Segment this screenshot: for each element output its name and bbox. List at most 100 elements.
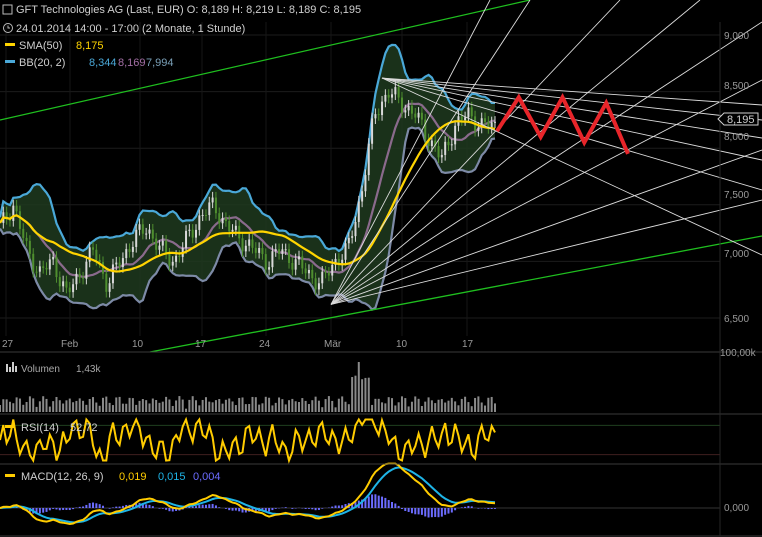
macd-histogram-bar	[440, 508, 443, 517]
candle-body	[254, 247, 257, 253]
macd-label[interactable]: MACD(12, 26, 9)	[21, 471, 104, 483]
sma-legend-label[interactable]: SMA(50)	[19, 40, 62, 52]
volume-bar	[171, 405, 174, 412]
candle-body	[145, 233, 148, 235]
macd-histogram-bar	[78, 506, 81, 508]
volume-bar	[65, 400, 68, 412]
candle-body	[414, 113, 417, 118]
bb-legend-label[interactable]: BB(20, 2)	[19, 57, 65, 69]
candle-body	[268, 267, 271, 270]
macd-signal-value: 0,015	[158, 471, 186, 483]
volume-bar	[334, 407, 337, 412]
volume-label[interactable]: Volumen	[21, 364, 60, 375]
stock-chart[interactable]: GFT Technologies AG (Last, EUR) O: 8,189…	[0, 0, 762, 537]
candle-body	[85, 261, 88, 279]
candle-body	[191, 229, 194, 238]
macd-histogram-bar	[111, 507, 114, 508]
volume-bar	[291, 398, 294, 412]
candle-body	[470, 107, 473, 117]
volume-bar	[42, 396, 45, 412]
volume-bar	[371, 404, 374, 412]
candle-body	[18, 211, 21, 229]
candle-body	[374, 114, 377, 119]
volume-bar	[168, 399, 171, 412]
macd-histogram-bar	[198, 505, 201, 508]
last-price-marker: 8,195	[717, 112, 759, 126]
candle-body	[228, 221, 231, 232]
volume-bar	[165, 396, 168, 412]
volume-bar	[434, 403, 437, 412]
macd-histogram-bar	[238, 508, 241, 512]
volume-bar	[72, 402, 75, 412]
candle-body	[294, 259, 297, 270]
volume-bar	[410, 401, 413, 412]
candle-body	[32, 253, 35, 272]
volume-bar	[211, 402, 214, 412]
volume-bar	[201, 399, 204, 412]
candle-body	[278, 249, 281, 254]
volume-bar	[274, 402, 277, 412]
candle-body	[460, 116, 463, 121]
volume-bar	[437, 399, 440, 412]
volume-bar	[228, 398, 231, 412]
volume-bar	[344, 401, 347, 412]
volume-bar	[25, 401, 28, 412]
rsi-label[interactable]: RSI(14)	[21, 422, 59, 434]
bb-legend-upper: 8,344	[89, 57, 117, 69]
candle-body	[201, 214, 204, 216]
candle-body	[138, 224, 141, 230]
candle-body	[291, 262, 294, 270]
volume-bar	[8, 401, 11, 412]
candle-body	[48, 259, 51, 270]
macd-histogram-bar	[311, 508, 314, 510]
volume-bar	[487, 397, 490, 412]
volume-value: 1,43k	[76, 364, 101, 375]
volume-bar	[32, 398, 35, 412]
volume-bar	[477, 396, 480, 412]
volume-bar	[261, 403, 264, 412]
volume-bar	[204, 397, 207, 412]
macd-histogram-bar	[437, 508, 440, 518]
macd-histogram-bar	[92, 502, 95, 508]
volume-bar	[351, 377, 354, 412]
macd-histogram-bar	[487, 508, 490, 510]
candle-body	[377, 114, 380, 116]
volume-bar	[417, 398, 420, 412]
volume-bar	[224, 399, 227, 412]
candle-body	[311, 269, 314, 279]
volume-bar	[357, 362, 360, 412]
volume-bar	[111, 405, 114, 412]
candle-body	[105, 273, 108, 292]
x-tick-maer: Mär	[324, 339, 342, 350]
volume-bar	[460, 398, 463, 412]
candle-body	[185, 230, 188, 248]
volume-bar	[241, 397, 244, 412]
volume-bar	[198, 405, 201, 412]
candle-body	[148, 229, 151, 234]
macd-histogram-bar	[38, 508, 41, 514]
bb-legend-swatch	[5, 60, 15, 63]
macd-histogram-bar	[291, 508, 294, 509]
volume-bar	[5, 399, 8, 412]
candle-body	[214, 197, 217, 214]
forecast-zigzag	[495, 92, 630, 155]
candle-body	[367, 143, 370, 176]
volume-bar	[374, 398, 377, 412]
candle-body	[384, 94, 387, 102]
volume-bar	[158, 402, 161, 412]
last-price-label: 8,195	[727, 114, 755, 126]
macd-histogram-bar	[367, 496, 370, 508]
macd-zero-tick: 0,000	[724, 503, 749, 514]
macd-histogram-bar	[115, 506, 118, 508]
volume-bar	[231, 401, 234, 412]
candle-body	[354, 221, 357, 237]
candle-body	[430, 140, 433, 147]
volume-bar	[92, 397, 95, 412]
candle-body	[324, 271, 327, 273]
bollinger-bands	[0, 43, 496, 312]
candle-body	[188, 229, 191, 231]
macd-histogram-bar	[145, 504, 148, 508]
macd-histogram-bar	[417, 508, 420, 515]
macd-histogram-bar	[48, 508, 51, 511]
candle-body	[22, 228, 25, 238]
